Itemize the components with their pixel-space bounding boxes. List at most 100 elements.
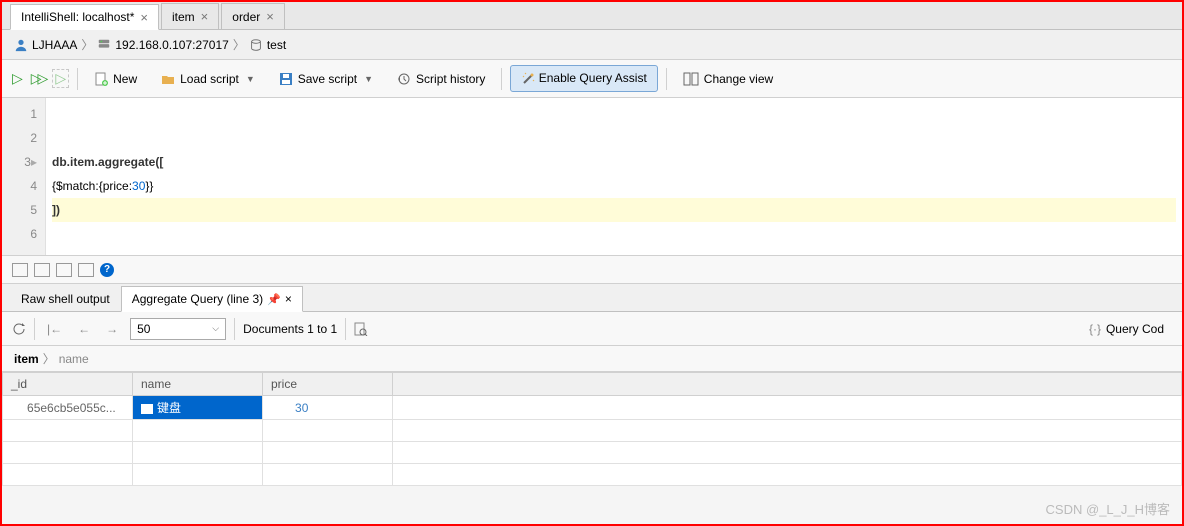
close-icon[interactable]: × (201, 9, 209, 24)
documents-count: Documents 1 to 1 (243, 322, 337, 336)
code-number: 30 (132, 179, 145, 193)
view-mode-button[interactable] (56, 263, 72, 277)
main-toolbar: ▷ ▷▷ ▷ New Load script ▼ Save script ▼ S… (2, 60, 1182, 98)
label: Change view (704, 72, 773, 86)
table-row (3, 442, 1182, 464)
pin-icon[interactable]: 📌 (267, 293, 281, 306)
code-text: db.item.aggregate([ (52, 155, 163, 169)
bc-collection: item (14, 352, 39, 366)
save-script-button[interactable]: Save script ▼ (271, 68, 381, 90)
chevron-icon: 〉 (81, 36, 93, 53)
separator (345, 318, 346, 340)
run-selection-button[interactable]: ▷ (52, 69, 69, 88)
line-gutter: 1 2 3▸ 4 5 6 (2, 98, 46, 255)
run-all-button[interactable]: ▷▷ (31, 70, 45, 87)
col-name[interactable]: name (133, 373, 263, 396)
database-icon (249, 38, 263, 52)
dropdown-icon: ⌵ (212, 323, 219, 334)
code-text: {$match:{price: (52, 179, 132, 193)
line-number: 6 (2, 222, 45, 246)
wand-icon (521, 72, 535, 86)
tab-intellishell[interactable]: IntelliShell: localhost* × (10, 4, 159, 30)
separator (34, 318, 35, 340)
label: Enable Query Assist (539, 71, 647, 85)
line-number: 5 (2, 198, 45, 222)
separator (234, 318, 235, 340)
tab-order[interactable]: order × (221, 3, 285, 29)
script-history-button[interactable]: Script history (389, 68, 493, 90)
limit-value: 50 (137, 322, 150, 336)
line-number: 1 (2, 102, 45, 126)
table-row (3, 420, 1182, 442)
search-icon[interactable] (354, 322, 368, 336)
col-price[interactable]: price (263, 373, 393, 396)
bc-db: test (267, 38, 286, 52)
result-breadcrumb: item 〉 name (2, 346, 1182, 372)
editor-tabs: IntelliShell: localhost* × item × order … (2, 2, 1182, 30)
new-button[interactable]: New (86, 68, 145, 90)
code-editor[interactable]: 1 2 3▸ 4 5 6 db.item.aggregate([ {$match… (2, 98, 1182, 256)
col-id[interactable]: _id (3, 373, 133, 396)
load-script-button[interactable]: Load script ▼ (153, 68, 263, 90)
label: Save script (298, 72, 357, 86)
code-area[interactable]: db.item.aggregate([ {$match:{price:30}} … (46, 98, 1182, 255)
dropdown-icon: ▼ (364, 74, 373, 84)
tab-item[interactable]: item × (161, 3, 219, 29)
result-toolbar: |← ← → 50 ⌵ Documents 1 to 1 {·} Query C… (2, 312, 1182, 346)
separator (666, 68, 667, 90)
separator (501, 68, 502, 90)
cell-id[interactable]: id65e6cb5e055c... (3, 396, 133, 420)
file-icon (94, 72, 108, 86)
query-code-button[interactable]: {·} Query Cod (1081, 318, 1172, 340)
run-button[interactable]: ▷ (12, 70, 23, 87)
history-icon (397, 72, 411, 86)
type-badge: id (11, 402, 24, 414)
label: Script history (416, 72, 485, 86)
limit-select[interactable]: 50 ⌵ (130, 318, 226, 340)
tab-label: IntelliShell: localhost* (21, 10, 134, 24)
close-icon[interactable]: × (266, 9, 274, 24)
code-text: ]) (52, 203, 60, 217)
table-row (3, 464, 1182, 486)
cell-name[interactable]: 键盘 (133, 396, 263, 420)
tab-label: item (172, 10, 195, 24)
view-mode-button[interactable] (78, 263, 94, 277)
results-table: _id name price id65e6cb5e055c... 键盘 1233… (2, 372, 1182, 486)
folder-icon (161, 72, 175, 86)
change-view-button[interactable]: Change view (675, 68, 781, 90)
line-number: 4 (2, 174, 45, 198)
tab-aggregate-query[interactable]: Aggregate Query (line 3) 📌 × (121, 286, 303, 312)
tab-label: Aggregate Query (line 3) (132, 292, 263, 306)
label: Query Cod (1106, 322, 1164, 336)
view-mode-button[interactable] (34, 263, 50, 277)
refresh-icon[interactable] (12, 322, 26, 336)
bc-user: LJHAAA (32, 38, 77, 52)
next-page-button[interactable]: → (102, 320, 122, 338)
line-number: 2 (2, 126, 45, 150)
view-mode-button[interactable] (12, 263, 28, 277)
close-icon[interactable]: × (140, 10, 148, 25)
tab-raw-shell[interactable]: Raw shell output (10, 285, 121, 311)
close-icon[interactable]: × (285, 292, 292, 306)
bc-field: name (59, 352, 89, 366)
separator (77, 68, 78, 90)
bc-host: 192.168.0.107:27017 (115, 38, 228, 52)
table-row[interactable]: id65e6cb5e055c... 键盘 12330 (3, 396, 1182, 420)
enable-query-assist-button[interactable]: Enable Query Assist (510, 65, 657, 92)
tab-label: order (232, 10, 260, 24)
chevron-icon: 〉 (43, 350, 55, 367)
dropdown-icon: ▼ (246, 74, 255, 84)
save-icon (279, 72, 293, 86)
cell-price[interactable]: 12330 (263, 396, 393, 420)
tab-label: Raw shell output (21, 292, 110, 306)
watermark: CSDN @_L_J_H博客 (1046, 499, 1170, 518)
first-page-button[interactable]: |← (43, 320, 66, 338)
label: New (113, 72, 137, 86)
type-badge: 123 (271, 402, 292, 414)
prev-page-button[interactable]: ← (74, 320, 94, 338)
help-icon[interactable]: ? (100, 263, 114, 277)
string-icon (141, 404, 153, 414)
columns-icon (683, 72, 699, 86)
result-tabs: Raw shell output Aggregate Query (line 3… (2, 284, 1182, 312)
col-empty (393, 373, 1182, 396)
